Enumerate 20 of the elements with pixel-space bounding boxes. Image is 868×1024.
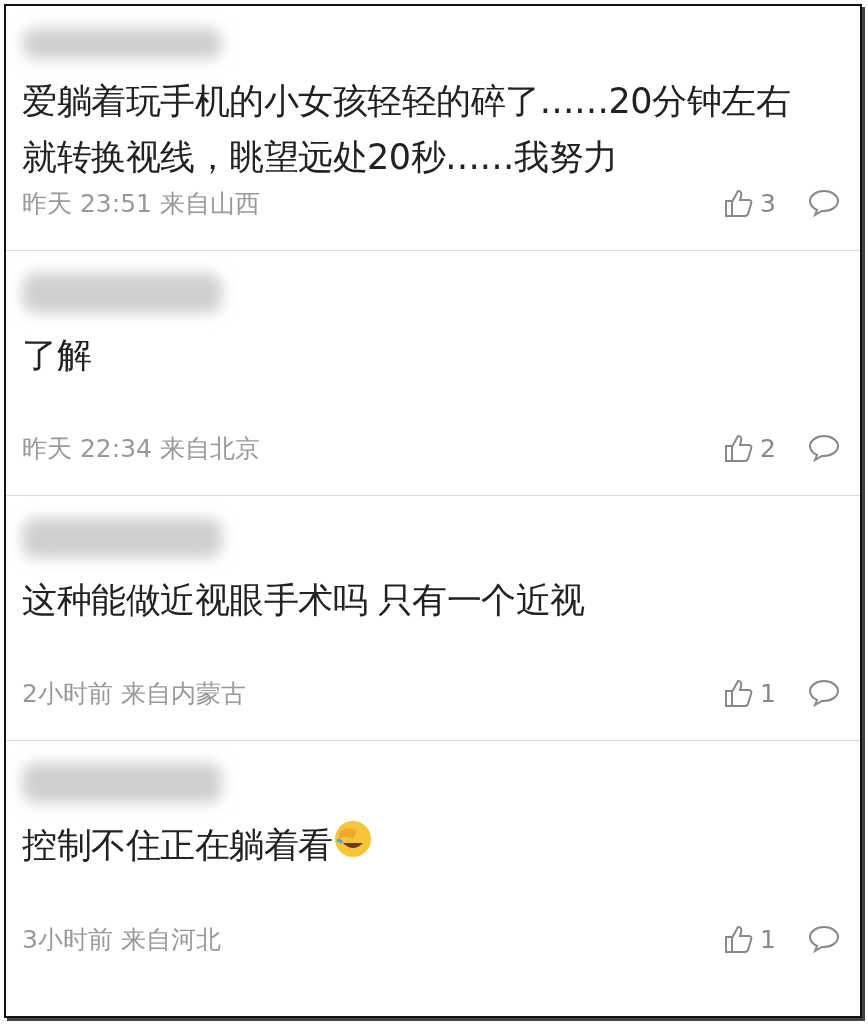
comment-icon[interactable] (808, 678, 840, 709)
comment-text: 了解 (22, 335, 91, 375)
comment-icon[interactable] (808, 433, 840, 464)
like-icon[interactable] (724, 924, 755, 955)
comment-text: 控制不住正在躺着看 (22, 825, 333, 865)
like-count: 1 (760, 923, 776, 956)
comment-meta: 2小时前 来自内蒙古 (22, 677, 246, 710)
comment-meta: 3小时前 来自河北 (22, 923, 221, 956)
like-count: 2 (760, 432, 776, 465)
like-icon[interactable] (724, 433, 755, 464)
like-count: 1 (760, 677, 776, 710)
comment-meta: 昨天 23:51 来自山西 (22, 187, 260, 220)
comment-icon[interactable] (808, 924, 840, 955)
comment-text: 这种能做近视眼手术吗 只有一个近视 (22, 580, 585, 620)
comment-text: 爱躺着玩手机的小女孩轻轻的碎了……20分钟左右就转换视线，眺望远处20秒……我努力 (22, 80, 791, 177)
comment-meta: 昨天 22:34 来自北京 (22, 432, 260, 465)
like-icon[interactable] (724, 678, 755, 709)
like-icon[interactable] (724, 188, 755, 219)
comment-icon[interactable] (808, 188, 840, 219)
like-count: 3 (760, 187, 776, 220)
